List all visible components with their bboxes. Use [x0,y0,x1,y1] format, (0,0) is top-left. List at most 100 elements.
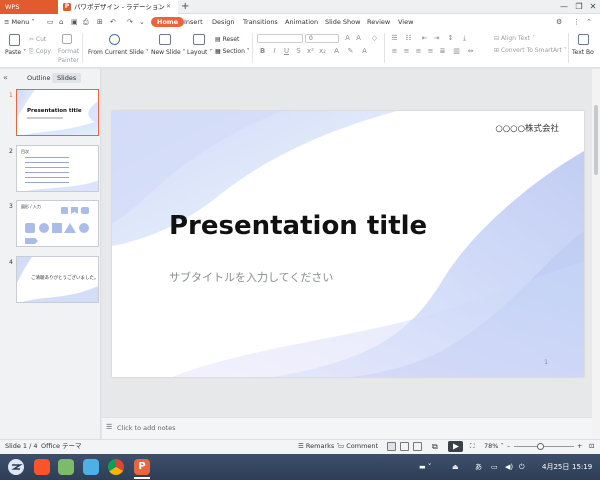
bold-icon[interactable]: B [258,47,267,56]
format-painter-icon[interactable] [62,34,72,44]
wps-presentation-taskbar-icon[interactable]: P [134,459,150,475]
strikethrough-icon[interactable]: S [294,47,303,56]
zoom-level[interactable]: 78% ˅ [484,439,504,454]
slideshow-play-button[interactable] [448,441,463,452]
export-icon[interactable]: ⊞ [97,14,103,30]
tab-animation[interactable]: Animation [285,14,318,30]
zoom-slider[interactable] [514,446,574,447]
underline-icon[interactable]: U [282,47,291,56]
company-name-text[interactable]: ○○○○株式会社 [495,122,559,134]
scrollbar-thumb[interactable] [594,105,598,175]
convert-smartart-button[interactable]: ⊞ Convert To SmartArt ˅ [494,47,567,54]
tab-home[interactable]: Home [151,17,185,27]
cut-button[interactable]: ✂ Cut [29,36,46,43]
text-box-icon[interactable] [578,34,589,45]
zoom-slider-handle[interactable] [537,443,544,450]
notes-pane[interactable] [102,417,592,439]
clock-time[interactable]: 15:19 [572,454,592,480]
new-slide-icon[interactable] [159,34,171,45]
tab-slide-show[interactable]: Slide Show [325,14,360,30]
slide-title[interactable]: Presentation title [169,211,427,241]
chrome-icon[interactable] [108,459,124,475]
clock-date[interactable]: 4月25日 [542,454,569,480]
italic-icon[interactable]: I [270,47,279,56]
software-store-icon[interactable] [83,459,99,475]
reset-button[interactable]: ▤ Reset [215,36,239,43]
vertical-scrollbar[interactable] [592,69,600,439]
tab-outline[interactable]: Outline [22,73,56,83]
customize-toolbar-icon[interactable]: ⌄ [139,14,145,30]
slide-subtitle[interactable]: サブタイトルを入力してください [169,269,333,285]
font-size-dropdown[interactable]: 0 [305,34,339,43]
new-tab-button[interactable]: + [181,0,189,13]
open-folder-icon[interactable]: ⌂ [59,14,63,30]
tab-close-icon[interactable]: ✕ [166,0,171,14]
distribute-icon[interactable]: ≣ [438,47,447,56]
tab-pin-icon[interactable]: ◌ [156,0,161,14]
increase-font-icon[interactable]: A [343,34,352,43]
slide-thumbnail-3[interactable]: 図形 / 入力 [16,200,99,247]
minimize-button[interactable]: — [557,0,571,14]
notes-placeholder[interactable]: Click to add notes [117,424,175,432]
remarks-button[interactable]: ☰ Remarks ˅ [298,439,340,454]
save-icon[interactable]: ▣ [71,14,78,30]
font-name-dropdown[interactable] [257,34,303,43]
align-left-icon[interactable]: ≡ [390,47,399,56]
presenter-icon[interactable]: ⧉ [432,439,438,454]
collapse-panel-icon[interactable]: « [3,73,8,82]
copy-button[interactable]: ⎘ Copy [29,48,51,56]
tab-design[interactable]: Design [212,14,234,30]
superscript-icon[interactable]: x² [306,47,315,56]
align-center-icon[interactable]: ≡ [402,47,411,56]
more-options-icon[interactable]: ⋮ [573,14,580,30]
clear-format-icon[interactable]: ◇ [370,34,379,43]
brave-browser-icon[interactable] [34,459,50,475]
align-text-button[interactable]: ⊟ Align Text ˅ [494,35,535,42]
tray-power-icon[interactable]: ⏻ [519,454,525,480]
fit-slide-icon[interactable]: ⊡ [589,439,594,454]
text-direction-icon[interactable]: ⤓ [460,34,469,43]
close-window-button[interactable]: ✕ [586,0,600,14]
tab-slides[interactable]: Slides [52,73,82,83]
tray-keyboard-icon[interactable]: ▬ ˅ [419,454,431,480]
align-right-icon[interactable]: ≡ [414,47,423,56]
ime-indicator[interactable]: あ [475,454,482,480]
tray-volume-icon[interactable]: ◀) [505,454,513,480]
document-tab[interactable]: P パワポデザイン - ラデーション ◌ ✕ [58,0,178,14]
line-spacing-icon[interactable]: ↕ [446,34,455,43]
columns-icon[interactable]: ▥ [452,47,461,56]
char-spacing-icon[interactable]: ⇔ [466,47,475,56]
subscript-icon[interactable]: x₂ [318,47,327,56]
zoom-in-button[interactable]: + [577,439,582,454]
files-icon[interactable] [58,459,74,475]
hamburger-menu-button[interactable]: ≡ Menu ˅ [4,14,35,30]
reading-view-icon[interactable] [413,442,422,451]
from-current-slide-button[interactable]: From Current Slide ˅ [88,49,149,56]
normal-view-icon[interactable] [387,442,396,451]
paste-icon[interactable] [9,34,20,46]
tray-upload-icon[interactable]: ⏏ [452,454,459,480]
redo-icon[interactable]: ↷ [127,14,133,30]
new-slide-button[interactable]: New Slide ˅ [151,49,186,56]
slide-sorter-view-icon[interactable] [400,442,409,451]
section-button[interactable]: ▦ Section ˅ [215,48,250,55]
text-effect-icon[interactable]: A [360,47,369,56]
text-box-button[interactable]: Text Bo [572,49,594,56]
decrease-font-icon[interactable]: A [354,34,363,43]
slide-thumbnail-1[interactable]: Presentation title [16,89,99,136]
zoom-out-button[interactable]: – [507,439,510,454]
tab-view[interactable]: View [398,14,413,30]
tab-transitions[interactable]: Transitions [243,14,278,30]
highlight-icon[interactable]: ✎ [346,47,355,56]
slide-canvas[interactable]: ○○○○株式会社 Presentation title サブタイトルを入力してく… [112,111,584,377]
justify-icon[interactable]: ≡ [426,47,435,56]
print-icon[interactable]: ⎙ [83,14,89,30]
layout-icon[interactable] [193,34,205,45]
decrease-indent-icon[interactable]: ⇤ [420,34,429,43]
restore-button[interactable]: ❐ [572,0,586,14]
tray-network-icon[interactable]: ▭ [491,454,498,480]
comment-button[interactable]: ▭ Comment [338,439,378,454]
settings-gear-icon[interactable]: ⚙ [556,14,562,30]
fit-window-icon[interactable]: ⛶ [470,439,475,454]
increase-indent-icon[interactable]: ⇥ [432,34,441,43]
